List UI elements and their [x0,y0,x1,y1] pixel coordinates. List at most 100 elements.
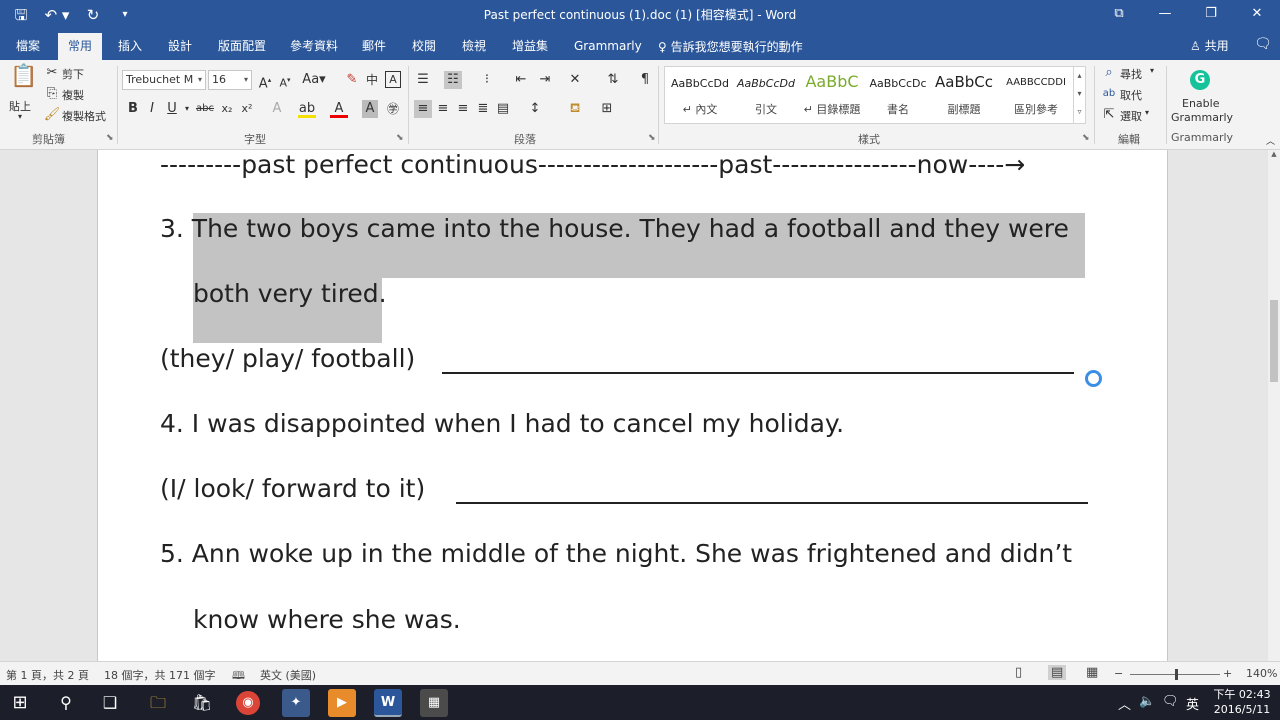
character-shading-icon[interactable]: A [362,100,378,118]
answer-blank-3[interactable] [442,372,1074,374]
style-subtitle[interactable]: AaBbCc 副標題 [931,67,997,123]
print-layout-icon[interactable]: ▤ [1048,665,1067,680]
align-left-icon[interactable]: ≡ [414,100,432,118]
zoom-out-button[interactable]: − [1114,667,1123,680]
share-button[interactable]: ♙ 共用 [1190,37,1229,54]
zoom-level[interactable]: 140% [1246,667,1277,680]
tab-insert[interactable]: 插入 [108,33,152,60]
tab-grammarly[interactable]: Grammarly [564,33,652,60]
replace-button[interactable]: 取代 [1120,87,1142,103]
numbering-icon[interactable]: ☷ [444,71,462,89]
phonetic-guide-icon[interactable]: 中 [363,71,381,89]
style-quote[interactable]: AaBbCcDd 引文 [733,67,799,123]
chevron-down-icon[interactable]: ▾ [1150,66,1154,75]
chevron-down-icon[interactable]: ▾ [1145,108,1149,117]
font-launcher-icon[interactable]: ⬊ [396,133,404,143]
superscript-icon[interactable]: x² [238,100,256,118]
bold-icon[interactable]: B [124,100,142,118]
tab-addins[interactable]: 增益集 [502,33,558,60]
enable-grammarly-button[interactable]: Enable [1182,97,1219,110]
tell-me-search[interactable]: ♀ 告訴我您想要執行的動作 [658,38,803,55]
tab-design[interactable]: 設計 [158,33,202,60]
font-size-box[interactable]: 16 ▾ [208,70,252,90]
character-border-icon[interactable]: A [385,71,401,88]
tab-review[interactable]: 校閱 [402,33,446,60]
select-button[interactable]: 選取 [1120,108,1142,124]
find-button[interactable]: 尋找 [1120,66,1142,82]
increase-indent-icon[interactable]: ⇥ [536,71,554,89]
styles-launcher-icon[interactable]: ⬊ [1082,133,1090,143]
scrollbar-thumb[interactable] [1270,300,1278,382]
document-page[interactable]: ---------past perfect continuous--------… [97,150,1168,661]
file-explorer-icon[interactable]: 🗀 [144,689,172,717]
decrease-indent-icon[interactable]: ⇤ [512,71,530,89]
distributed-icon[interactable]: ▤ [494,100,512,118]
scroll-up-icon[interactable]: ▲ [1268,150,1280,162]
style-book-title[interactable]: AaBbCcDc 書名 [865,67,931,123]
more-icon[interactable]: ▿ [1074,103,1085,121]
cut-button[interactable]: 剪下 [62,66,84,82]
page-count[interactable]: 第 1 頁，共 2 頁 [6,667,89,683]
style-subtle-reference[interactable]: AABBCCDDI 區別參考 [997,67,1075,123]
answer-blank-4[interactable] [456,502,1088,504]
tab-home[interactable]: 常用 [58,33,103,60]
tray-chevron-icon[interactable]: ︿ [1118,694,1131,713]
strikethrough-icon[interactable]: abc [196,100,214,118]
styles-gallery[interactable]: AaBbCcDd ↵ 內文 AaBbCcDd 引文 AaBbC ↵ 目錄標題 A… [664,66,1086,124]
clock[interactable]: 下午 02:43 2016/5/11 [1212,687,1272,717]
select-arrow-icon[interactable]: ⇱ [1100,106,1118,124]
gallery-scroll[interactable]: ▴ ▾ ▿ [1073,67,1085,123]
search-icon[interactable]: ⌕ [1100,64,1118,82]
tab-mailings[interactable]: 郵件 [352,33,396,60]
language-indicator[interactable]: 英文 (美國) [260,667,316,683]
text-effects-icon[interactable]: A [268,100,286,118]
comment-icon[interactable]: 🗨 [1254,36,1272,52]
store-icon[interactable]: 🛍 [188,689,216,717]
ime-indicator[interactable]: 英 [1186,694,1199,713]
zoom-in-button[interactable]: + [1223,667,1232,680]
copy-button[interactable]: 複製 [62,87,84,103]
clipboard-launcher-icon[interactable]: ⬊ [106,133,114,143]
enclose-characters-icon[interactable]: ㊫ [384,100,402,118]
restore-button[interactable]: ❐ [1188,0,1234,30]
align-center-icon[interactable]: ≡ [434,100,452,118]
notifications-icon[interactable]: 🗨 [1162,694,1179,709]
italic-icon[interactable]: I [143,100,161,118]
underline-dropdown-icon[interactable]: ▾ [178,100,196,118]
chevron-down-icon[interactable]: ▾ [1074,85,1085,103]
collapse-ribbon-icon[interactable]: ︿ [1266,134,1275,147]
paste-dropdown-icon[interactable]: ▾ [18,112,22,121]
clear-formatting-icon[interactable]: ✎ [343,71,361,89]
paste-icon[interactable]: 📋 [10,66,37,96]
tab-view[interactable]: 檢視 [452,33,496,60]
asian-layout-icon[interactable]: ✕ [566,71,584,89]
borders-icon[interactable]: ⊞ [598,100,616,118]
tab-layout[interactable]: 版面配置 [208,33,276,60]
style-toc-heading[interactable]: AaBbC ↵ 目錄標題 [799,67,865,123]
font-name-box[interactable]: Trebuchet M ▾ [122,70,206,90]
subscript-icon[interactable]: x₂ [218,100,236,118]
multilevel-list-icon[interactable]: ⁝ [478,71,496,89]
bullets-icon[interactable]: ☰ [414,71,432,89]
app-icon[interactable]: ✦ [282,689,310,717]
line-spacing-icon[interactable]: ↕ [526,100,544,118]
word-count[interactable]: 18 個字，共 171 個字 [104,667,215,683]
replace-icon[interactable]: ab [1100,85,1118,103]
minimize-button[interactable]: — [1142,0,1188,30]
chevron-up-icon[interactable]: ▴ [1074,67,1085,85]
volume-icon[interactable]: 🔈 [1139,694,1155,709]
paragraph-launcher-icon[interactable]: ⬊ [648,133,656,143]
format-painter-button[interactable]: 複製格式 [62,108,106,124]
shrink-font-icon[interactable]: A▾ [276,71,294,90]
align-right-icon[interactable]: ≡ [454,100,472,118]
enable-grammarly-button-line2[interactable]: Grammarly [1171,111,1233,124]
sort-icon[interactable]: ⇅ [604,71,622,89]
windows-start-icon[interactable]: ⊞ [6,689,34,717]
show-marks-icon[interactable]: ¶ [636,71,654,89]
justify-icon[interactable]: ≣ [474,100,492,118]
read-mode-icon[interactable]: ▯ [1015,665,1022,680]
web-layout-icon[interactable]: ▦ [1086,665,1098,680]
grammarly-logo-icon[interactable]: G [1190,70,1210,90]
vertical-scrollbar[interactable]: ▲ [1268,150,1280,661]
ribbon-display-options-icon[interactable]: ⧉ [1096,0,1142,30]
